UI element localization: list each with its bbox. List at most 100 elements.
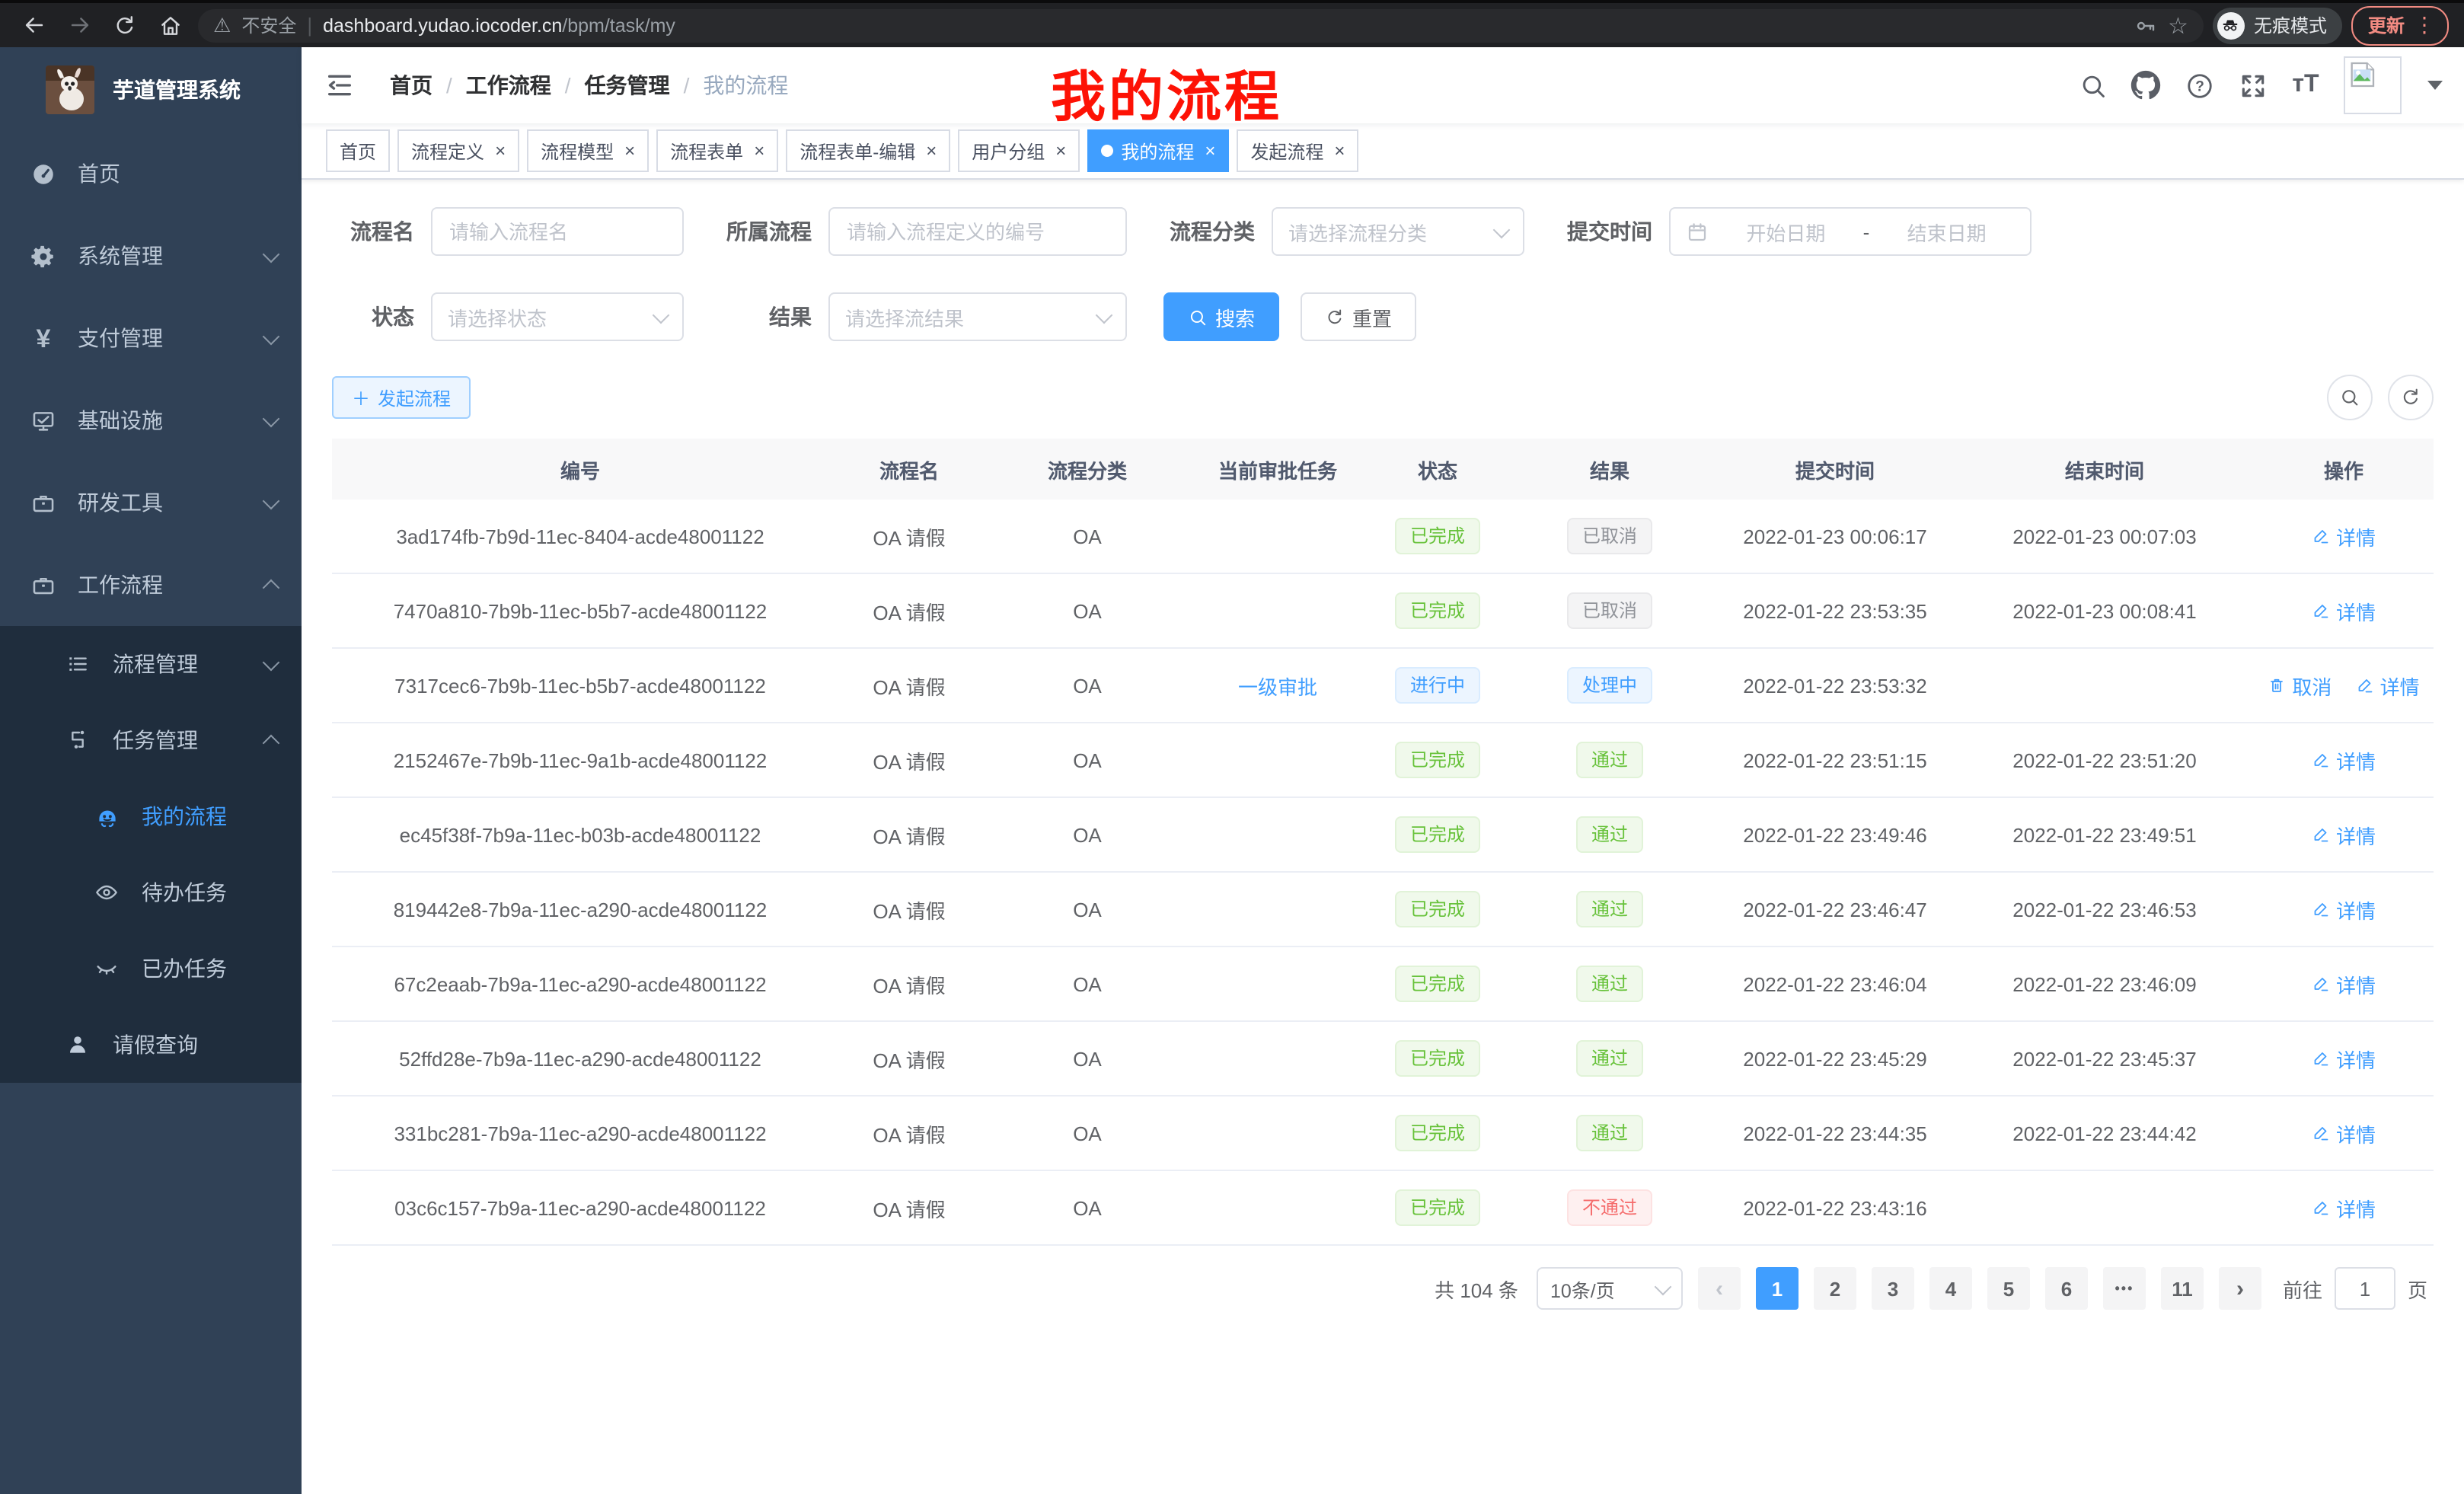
sidebar-item-infra[interactable]: 基础设施: [0, 379, 302, 461]
category-select[interactable]: 请选择流程分类: [1272, 207, 1524, 256]
detail-link[interactable]: 详情: [2312, 1119, 2376, 1148]
detail-link[interactable]: 详情: [2356, 671, 2420, 700]
search-icon[interactable]: [2077, 70, 2108, 101]
result-badge: 通过: [1576, 891, 1643, 927]
help-icon[interactable]: ?: [2184, 70, 2214, 101]
sidebar-item-system[interactable]: 系统管理: [0, 215, 302, 297]
flow-icon: [65, 727, 91, 753]
detail-link[interactable]: 详情: [2312, 969, 2376, 998]
cancel-link[interactable]: 取消: [2268, 671, 2332, 700]
sidebar-item-payment[interactable]: ¥ 支付管理: [0, 297, 302, 379]
submit-time-range-picker[interactable]: 开始日期 - 结束日期: [1669, 207, 2032, 256]
sidebar-item-done-tasks[interactable]: 已办任务: [0, 931, 302, 1007]
page-button[interactable]: 2: [1814, 1267, 1856, 1310]
tab-process-model[interactable]: 流程模型×: [527, 129, 649, 172]
avatar[interactable]: [2344, 56, 2402, 114]
cell-category: OA: [990, 500, 1185, 573]
detail-link[interactable]: 详情: [2312, 1193, 2376, 1222]
detail-link[interactable]: 详情: [2312, 596, 2376, 625]
page-button[interactable]: 4: [1929, 1267, 1972, 1310]
cell-submit-time: 2022-01-22 23:49:46: [1715, 797, 1955, 872]
detail-link[interactable]: 详情: [2312, 1044, 2376, 1073]
reset-button[interactable]: 重置: [1301, 292, 1416, 341]
breadcrumb-item[interactable]: 任务管理: [585, 70, 670, 101]
sidebar-item-todo-tasks[interactable]: 待办任务: [0, 854, 302, 931]
page-button[interactable]: 11: [2161, 1267, 2204, 1310]
current-task-link[interactable]: 一级审批: [1238, 675, 1317, 698]
detail-link[interactable]: 详情: [2312, 745, 2376, 774]
sidebar-collapse-icon[interactable]: [323, 69, 356, 102]
sidebar-item-leave-query[interactable]: 请假查询: [0, 1007, 302, 1083]
start-process-button[interactable]: ＋ 发起流程: [332, 376, 471, 419]
close-icon[interactable]: ×: [1205, 142, 1215, 160]
table-refresh-button[interactable]: [2388, 375, 2434, 420]
result-select[interactable]: 请选择流结果: [828, 292, 1127, 341]
cell-name: OA 请假: [828, 797, 990, 872]
fullscreen-icon[interactable]: [2237, 70, 2268, 101]
sidebar-item-home[interactable]: 首页: [0, 132, 302, 215]
cell-end-time: [1955, 1170, 2254, 1245]
cell-task: [1185, 573, 1371, 648]
sidebar-item-workflow[interactable]: 工作流程: [0, 544, 302, 626]
page-button[interactable]: 3: [1872, 1267, 1914, 1310]
bookmark-star-icon[interactable]: ☆: [2168, 11, 2188, 39]
detail-link[interactable]: 详情: [2312, 895, 2376, 924]
prev-page-button[interactable]: ‹: [1698, 1267, 1741, 1310]
close-icon[interactable]: ×: [926, 142, 937, 160]
status-select[interactable]: 请选择状态: [431, 292, 684, 341]
sidebar-item-task-mgmt[interactable]: 任务管理: [0, 702, 302, 778]
tab-process-form[interactable]: 流程表单×: [656, 129, 778, 172]
reload-icon[interactable]: [107, 7, 143, 43]
search-button[interactable]: 搜索: [1163, 292, 1279, 341]
back-icon[interactable]: [15, 7, 52, 43]
cell-name: OA 请假: [828, 872, 990, 947]
cell-name: OA 请假: [828, 1096, 990, 1170]
tab-my-process[interactable]: 我的流程×: [1087, 129, 1229, 172]
sidebar-item-my-process[interactable]: 我的流程: [0, 778, 302, 854]
page-button[interactable]: 6: [2045, 1267, 2088, 1310]
process-table: 编号 流程名 流程分类 当前审批任务 状态 结果 提交时间 结束时间 操作: [332, 439, 2434, 1246]
kebab-menu-icon[interactable]: ⋮: [2414, 12, 2435, 38]
tab-start-process[interactable]: 发起流程×: [1237, 129, 1358, 172]
text-size-icon[interactable]: тT: [2290, 70, 2321, 101]
breadcrumb-item[interactable]: 首页: [390, 70, 432, 101]
page-button[interactable]: 5: [1987, 1267, 2030, 1310]
close-icon[interactable]: ×: [495, 142, 506, 160]
chevron-down-icon[interactable]: [2427, 81, 2443, 90]
cell-category: OA: [990, 573, 1185, 648]
sidebar-item-devtools[interactable]: 研发工具: [0, 461, 302, 544]
sidebar-item-process-mgmt[interactable]: 流程管理: [0, 626, 302, 702]
update-button[interactable]: 更新 ⋮: [2351, 5, 2449, 45]
forward-icon[interactable]: [61, 7, 97, 43]
breadcrumb-separator: /: [565, 73, 571, 97]
parent-process-input[interactable]: [828, 207, 1127, 256]
table-row: 3ad174fb-7b9d-11ec-8404-acde48001122 OA …: [332, 500, 2434, 573]
detail-link[interactable]: 详情: [2312, 522, 2376, 551]
breadcrumb-item[interactable]: 工作流程: [466, 70, 551, 101]
cell-category: OA: [990, 797, 1185, 872]
close-icon[interactable]: ×: [1334, 142, 1345, 160]
home-icon[interactable]: [152, 7, 189, 43]
detail-link[interactable]: 详情: [2312, 820, 2376, 849]
close-icon[interactable]: ×: [624, 142, 635, 160]
tab-home[interactable]: 首页: [326, 129, 390, 172]
url-bar[interactable]: ⚠ 不安全 | dashboard.yudao.iocoder.cn/bpm/t…: [198, 8, 2204, 42]
table-search-toggle-button[interactable]: [2327, 375, 2373, 420]
close-icon[interactable]: ×: [1055, 142, 1066, 160]
tab-user-group[interactable]: 用户分组×: [958, 129, 1080, 172]
close-icon[interactable]: ×: [754, 142, 764, 160]
filter-row-1: 流程名 所属流程 流程分类 请选择流程分类: [332, 207, 2434, 256]
github-icon[interactable]: [2130, 70, 2161, 101]
more-pages-button[interactable]: •••: [2103, 1267, 2146, 1310]
page-button[interactable]: 1: [1756, 1267, 1799, 1310]
result-badge: 已取消: [1567, 518, 1652, 554]
cell-end-time: 2022-01-23 00:07:03: [1955, 500, 2254, 573]
tab-process-definition[interactable]: 流程定义×: [397, 129, 519, 172]
page-size-select[interactable]: 10条/页: [1537, 1267, 1683, 1310]
key-icon[interactable]: [2133, 13, 2157, 37]
app-logo-row[interactable]: 芋道管理系统: [0, 47, 302, 132]
jump-page-input[interactable]: [2335, 1267, 2395, 1310]
process-name-input[interactable]: [431, 207, 684, 256]
tab-process-form-edit[interactable]: 流程表单-编辑×: [786, 129, 950, 172]
next-page-button[interactable]: ›: [2219, 1267, 2261, 1310]
